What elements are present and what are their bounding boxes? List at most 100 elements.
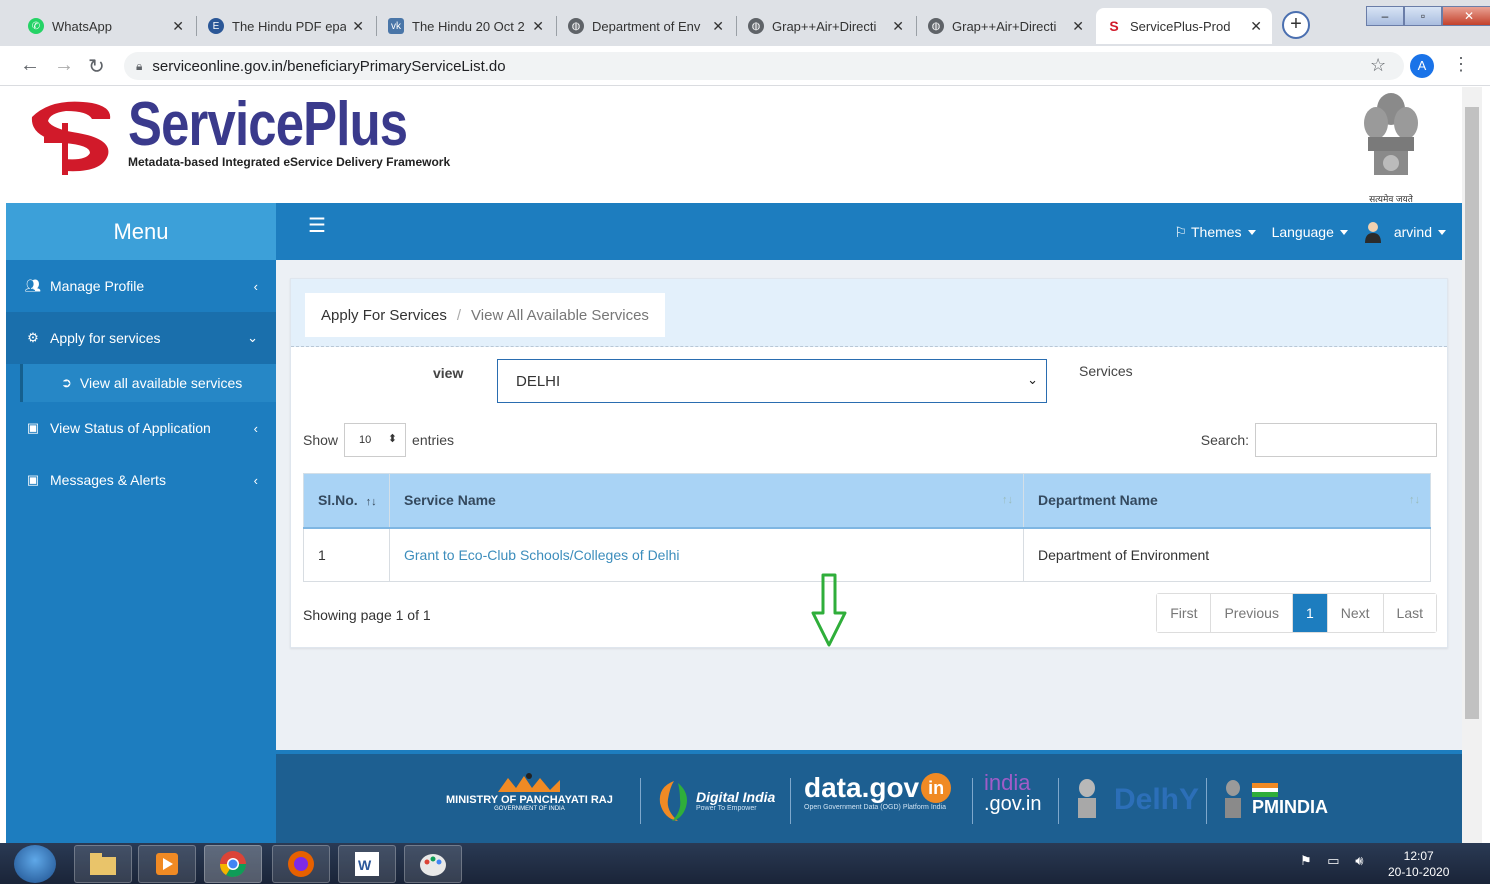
- media-player-icon[interactable]: [138, 845, 196, 883]
- browser-tab-hindu-oct[interactable]: vk The Hindu 20 Oct 2 ✕: [378, 8, 554, 44]
- footer-logo-panchayati-raj[interactable]: MINISTRY OF PANCHAYATI RAJ GOVERNMENT OF…: [446, 772, 613, 828]
- browser-tab-serviceplus[interactable]: S ServicePlus-Prod ✕: [1096, 8, 1272, 44]
- pagination-next-button[interactable]: Next: [1326, 594, 1383, 632]
- user-dropdown[interactable]: arvind: [1364, 221, 1446, 243]
- chevron-left-icon: ‹: [253, 420, 258, 436]
- sidebar-item-messages-alerts[interactable]: ▣ Messages & Alerts ‹: [6, 454, 276, 506]
- column-header-department-name[interactable]: Department Name ↑↓: [1023, 473, 1431, 529]
- sidebar: 👥︎ Manage Profile ‹ ⚙ Apply for services…: [6, 260, 276, 843]
- profile-avatar[interactable]: A: [1410, 54, 1434, 78]
- window-controls: – ▫ ✕: [1366, 6, 1490, 28]
- chrome-icon[interactable]: [204, 845, 262, 883]
- pagination-last-button[interactable]: Last: [1382, 594, 1436, 632]
- firefox-icon[interactable]: [272, 845, 330, 883]
- browser-tab-whatsapp[interactable]: ✆ WhatsApp ✕: [18, 8, 194, 44]
- search-input[interactable]: [1255, 423, 1437, 457]
- footer-divider: [1206, 778, 1207, 824]
- chevron-down-icon: ⌄: [247, 330, 258, 345]
- pagination-page-button[interactable]: 1: [1291, 594, 1327, 632]
- bookmark-star-icon[interactable]: ☆: [1370, 55, 1386, 76]
- sort-icon: ↑↓: [1409, 494, 1420, 506]
- sidebar-item-view-status[interactable]: ▣ View Status of Application ‹: [6, 402, 276, 454]
- sidebar-subitem-label: View all available services: [79, 375, 243, 391]
- panchayati-raj-subtext: GOVERNMENT OF INDIA: [494, 806, 565, 812]
- themes-label: Themes: [1190, 224, 1242, 240]
- browser-tab-dept-env[interactable]: ◍ Department of Env ✕: [558, 8, 734, 44]
- system-clock[interactable]: 12:07 20-10-2020: [1388, 848, 1449, 880]
- tab-separator: [556, 16, 557, 36]
- tab-title: ServicePlus-Prod: [1130, 18, 1231, 34]
- close-icon[interactable]: ✕: [532, 18, 544, 35]
- footer-divider: [1058, 778, 1059, 824]
- browser-menu-icon[interactable]: ⋮: [1452, 54, 1470, 75]
- column-header-slno[interactable]: Sl.No. ↑↓: [303, 473, 390, 529]
- sort-asc-icon: ↑↓: [365, 496, 377, 509]
- panchayati-raj-logo-icon: [498, 773, 561, 792]
- svg-text:W: W: [358, 857, 372, 873]
- services-label: Services: [1079, 363, 1133, 379]
- reload-icon[interactable]: ↻: [88, 54, 105, 79]
- view-select[interactable]: DELHI ⌄: [497, 359, 1047, 403]
- close-icon[interactable]: ✕: [172, 18, 184, 35]
- file-explorer-icon[interactable]: [74, 845, 132, 883]
- show-label: Show: [303, 432, 339, 448]
- tab-title: Grap++Air+Directi: [772, 18, 877, 34]
- paint-icon[interactable]: [404, 845, 462, 883]
- network-icon[interactable]: ▭: [1327, 853, 1339, 868]
- scrollbar-thumb[interactable]: [1465, 107, 1479, 719]
- cell-slno: 1: [303, 527, 390, 582]
- url-input[interactable]: 🔒︎ serviceonline.gov.in/beneficiaryPrima…: [124, 52, 1404, 80]
- start-button[interactable]: [14, 845, 56, 883]
- top-navbar: ☰ ⚐ Themes Language arvind: [276, 203, 1462, 260]
- sidebar-item-label: View Status of Application: [50, 420, 211, 436]
- close-icon[interactable]: ✕: [1072, 18, 1084, 35]
- arrow-circle-right-icon: ➲: [61, 375, 72, 390]
- page-scrollbar[interactable]: [1462, 87, 1482, 843]
- close-icon[interactable]: ✕: [1250, 18, 1262, 35]
- footer-logo-data-gov[interactable]: data.gov in Open Government Data (OGD) P…: [804, 772, 952, 828]
- brand-name: ServicePlus: [128, 90, 408, 159]
- service-link[interactable]: Grant to Eco-Club Schools/Colleges of De…: [389, 527, 1024, 582]
- action-center-flag-icon[interactable]: ⚑: [1300, 853, 1312, 868]
- window-icon: ▣: [26, 420, 40, 435]
- maximize-icon[interactable]: ▫: [1404, 6, 1442, 26]
- browser-tab-grap-1[interactable]: ◍ Grap++Air+Directi ✕: [738, 8, 914, 44]
- pmindia-wordmark: PMINDIA: [1252, 782, 1328, 818]
- sidebar-subitem-view-all-services[interactable]: ➲ View all available services: [20, 364, 276, 402]
- sidebar-item-manage-profile[interactable]: 👥︎ Manage Profile ‹: [6, 260, 276, 312]
- data-gov-subtext: Open Government Data (OGD) Platform Indi…: [804, 804, 946, 811]
- forward-arrow-icon[interactable]: →: [54, 54, 74, 77]
- footer-logo-india-gov[interactable]: india .gov.in: [984, 772, 1041, 828]
- entries-per-page-select[interactable]: 10 ⬍: [344, 423, 407, 457]
- minimize-icon[interactable]: –: [1366, 6, 1404, 26]
- themes-dropdown[interactable]: ⚐ Themes: [1174, 224, 1256, 241]
- footer-logo-delhi[interactable]: DelhY: [1072, 772, 1199, 828]
- language-label: Language: [1271, 224, 1334, 240]
- close-icon[interactable]: ✕: [352, 18, 364, 35]
- breadcrumb-current: View All Available Services: [471, 306, 649, 324]
- hamburger-icon[interactable]: ☰: [308, 213, 326, 238]
- breadcrumb: Apply For Services / View All Available …: [305, 293, 665, 337]
- tab-title: WhatsApp: [52, 18, 112, 34]
- browser-tab-hindu-pdf[interactable]: E The Hindu PDF epa ✕: [198, 8, 374, 44]
- back-arrow-icon[interactable]: ←: [20, 54, 40, 77]
- pagination-first-button[interactable]: First: [1157, 594, 1211, 632]
- close-icon[interactable]: ✕: [892, 18, 904, 35]
- sidebar-item-apply-for-services[interactable]: ⚙ Apply for services ⌄: [6, 312, 276, 364]
- digital-india-subtitle: Power To Empower: [696, 804, 757, 812]
- column-header-label: Department Name: [1038, 492, 1158, 509]
- close-icon[interactable]: ✕: [712, 18, 724, 35]
- view-select-value: DELHI: [516, 372, 561, 390]
- word-icon[interactable]: W: [338, 845, 396, 883]
- breadcrumb-apply-for-services[interactable]: Apply For Services: [321, 307, 447, 324]
- window-close-icon[interactable]: ✕: [1442, 6, 1490, 26]
- pagination-previous-button[interactable]: Previous: [1210, 594, 1292, 632]
- new-tab-button[interactable]: +: [1282, 11, 1310, 39]
- footer-logo-digital-india[interactable]: Digital India Power To Empower: [656, 772, 775, 828]
- footer-logo-pmindia[interactable]: PMINDIA: [1220, 772, 1328, 828]
- language-dropdown[interactable]: Language: [1272, 224, 1348, 240]
- brand-tagline: Metadata-based Integrated eService Deliv…: [128, 155, 451, 169]
- column-header-service-name[interactable]: Service Name ↑↓: [389, 473, 1024, 529]
- volume-icon[interactable]: 🔊︎: [1355, 853, 1363, 868]
- browser-tab-grap-2[interactable]: ◍ Grap++Air+Directi ✕: [918, 8, 1094, 44]
